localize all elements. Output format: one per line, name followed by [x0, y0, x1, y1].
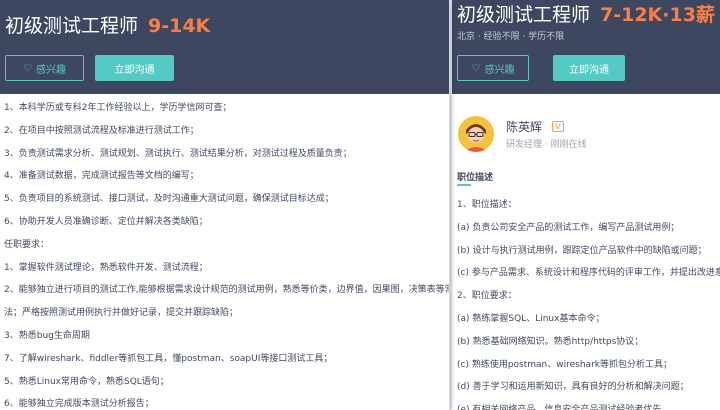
- job-title: 初级测试工程师 7-12K·13薪: [457, 0, 715, 27]
- description-line: 5、熟悉Linux常用命令，熟悉SQL语句；: [4, 376, 169, 387]
- description-line: 6、协助开发人员准确诊断、定位并解决各类缺陷；: [4, 216, 208, 227]
- verified-badge: V: [552, 121, 564, 132]
- job-title-text: 初级测试工程师: [457, 4, 591, 26]
- description-line: 3、熟悉bug生命周期: [4, 330, 90, 341]
- interest-button[interactable]: ♡ 感兴趣: [457, 55, 529, 81]
- description-line: 2、职位要求：: [457, 291, 517, 302]
- description-line: (d) 善于学习和运用新知识，具有良好的分析和解决问题；: [457, 382, 689, 393]
- description-line: (c) 熟练使用postman、wireshark等抓包分析工具；: [457, 359, 672, 370]
- description-line: 5、负责项目的系统测试、接口测试，及时沟通重大测试问题，确保测试目标达成；: [4, 194, 334, 205]
- recruiter-name: 陈英辉: [506, 120, 543, 134]
- description-line: (a) 负责公司安全产品的测试工作，编写产品测试用例；: [457, 222, 680, 233]
- chat-now-label: 立即沟通: [114, 64, 155, 76]
- job-header: 初级测试工程师 9-14K ♡ 感兴趣 立即沟通: [0, 0, 449, 94]
- chat-now-button[interactable]: 立即沟通: [553, 55, 625, 81]
- job-description: 1、本科学历或专科2年工作经验以上，学历学信网可查； 2、在项目中按照测试流程及…: [4, 97, 449, 410]
- job-title-text: 初级测试工程师: [5, 15, 139, 37]
- heart-outline-icon: ♡: [23, 62, 32, 74]
- heart-outline-icon: ♡: [471, 62, 481, 74]
- description-line: 1、本科学历或专科2年工作经验以上，学历学信网可查；: [4, 103, 232, 113]
- description-line: 6、能够独立完成版本测试分析报告；: [4, 399, 154, 410]
- description-line: (c) 参与产品需求、系统设计和程序代码的评审工作，并提出改进意见；: [457, 268, 720, 279]
- recruiter-status: 研发经理 · 刚刚在线: [506, 140, 587, 150]
- description-line: 7、了解wireshark、fiddler等抓包工具，懂postman、soap…: [4, 353, 333, 364]
- section-underline: [457, 184, 471, 186]
- description-line: 4、准备测试数据，完成测试报告等文档的编写；: [4, 171, 199, 182]
- interest-label: 感兴趣: [484, 64, 515, 76]
- job-detail-panel-right: 初级测试工程师 7-12K·13薪 北京 · 经验不限 · 学历不限 ♡ 感兴趣 立…: [452, 0, 720, 410]
- chat-now-button[interactable]: 立即沟通: [95, 55, 174, 81]
- description-line: 1、职位描述：: [457, 200, 517, 210]
- description-line: 2、在项目中按照测试流程及标准进行测试工作；: [4, 125, 199, 136]
- description-line: (b) 熟悉基础网络知识。熟悉http/https协议；: [457, 336, 644, 347]
- job-detail-panel-left: 初级测试工程师 9-14K ♡ 感兴趣 立即沟通 1、本科学历或专科2年工作经验以上…: [0, 0, 450, 410]
- description-line: 3、负责测试需求分析、测试规划、测试执行、测试结果分析，对测试过程及质量负责；: [4, 148, 352, 159]
- description-line: 2、能够独立进行项目的测试工作,能够根据需求设计规范的测试用例，熟悉等价类，边界…: [4, 285, 449, 296]
- interest-label: 感兴趣: [35, 64, 66, 76]
- cartoon-avatar-icon: [458, 116, 494, 152]
- interest-button[interactable]: ♡ 感兴趣: [5, 55, 84, 81]
- chat-now-label: 立即沟通: [569, 64, 609, 76]
- description-line: (b) 设计与执行测试用例，跟踪定位产品软件中的缺陷或问题；: [457, 245, 707, 256]
- description-line: (a) 熟练掌握SQL、Linux基本命令；: [457, 313, 605, 324]
- description-line: (e) 有相关网络产品、信息安全产品测试经验者优先。: [457, 399, 720, 410]
- section-title: 职位描述: [457, 173, 494, 183]
- description-line: 法；严格按照测试用例执行并做好记录，提交并跟踪缺陷；: [4, 308, 239, 319]
- description-line: 任职要求：: [4, 239, 50, 250]
- job-header: 初级测试工程师 7-12K·13薪 北京 · 经验不限 · 学历不限 ♡ 感兴趣 立…: [452, 0, 720, 94]
- description-line: 1、掌握软件测试理论，熟悉软件开发、测试流程；: [4, 262, 208, 273]
- job-description: 1、职位描述： (a) 负责公司安全产品的测试工作，编写产品测试用例； (b) …: [457, 194, 720, 410]
- salary: 9-14K: [148, 15, 211, 37]
- job-title: 初级测试工程师 9-14K: [5, 11, 210, 38]
- recruiter-card[interactable]: 陈英辉 V 研发经理 · 刚刚在线: [452, 94, 720, 156]
- job-meta: 北京 · 经验不限 · 学历不限: [457, 32, 565, 42]
- salary: 7-12K·13薪: [600, 4, 715, 26]
